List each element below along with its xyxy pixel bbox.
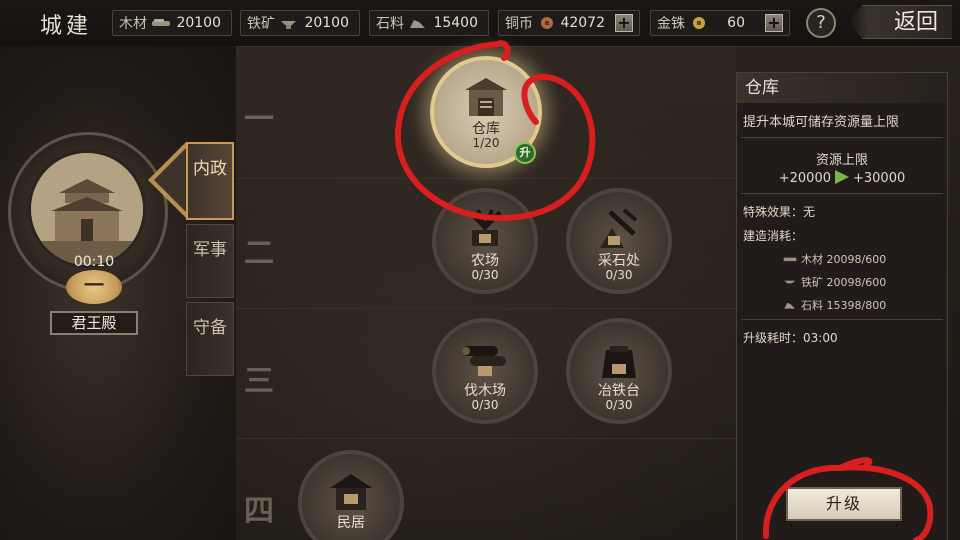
quarry-icon [600, 208, 638, 248]
building-name: 民居 [337, 515, 365, 531]
building-name: 冶铁台 [598, 383, 640, 399]
cost-stone: 石料 15398/800 [781, 297, 886, 313]
tab-defense[interactable]: 守备 [186, 302, 234, 376]
cost-stone-text: 石料 15398/800 [801, 299, 887, 312]
building-name: 伐木场 [464, 383, 506, 399]
resource-copper: 铜币 42072 + [498, 10, 640, 36]
divider [741, 319, 943, 320]
build-cost-label: 建造消耗： [743, 229, 804, 243]
building-name: 仓库 [472, 121, 500, 137]
tab-domestic[interactable]: 内政 [186, 142, 234, 220]
wood-icon [152, 19, 170, 26]
building-count: 0/30 [471, 398, 499, 412]
resource-label: 铜币 [505, 16, 533, 32]
iron-icon [784, 280, 795, 284]
resource-value: 42072 [560, 15, 605, 31]
iron-icon [281, 21, 296, 29]
resource-label: 石料 [376, 16, 404, 32]
city-build-screen: 城建 木材 20100 铁矿 20100 石料 15400 铜币 42072 +… [0, 0, 960, 540]
smelter-icon [602, 346, 636, 378]
tier-label: 三 [244, 364, 274, 399]
building-smelter[interactable]: 冶铁台 0/30 [566, 318, 672, 424]
building-count: 0/30 [605, 398, 633, 412]
building-detail-panel: 仓库 提升本城可储存资源量上限 资源上限 +20000 +30000 特殊效果：无… [736, 72, 948, 540]
tab-pointer-inner [154, 146, 188, 214]
cost-wood: 木材 20098/600 [781, 251, 886, 267]
divider [741, 137, 943, 138]
resource-value: 20100 [304, 15, 349, 31]
capacity-from: +20000 [778, 171, 831, 186]
special-effect: 特殊效果：无 [743, 205, 816, 219]
help-button[interactable]: ? [806, 8, 836, 38]
cost-wood-text: 木材 20098/600 [801, 253, 887, 266]
palace-icon [31, 153, 143, 265]
add-copper-button[interactable]: + [615, 14, 633, 32]
page-title: 城建 [40, 14, 93, 39]
tier-label: 一 [244, 102, 274, 137]
building-farm[interactable]: 农场 0/30 [432, 188, 538, 294]
capacity-change: +20000 +30000 [737, 170, 947, 186]
detail-description: 提升本城可储存资源量上限 [743, 115, 900, 130]
top-bar: 城建 木材 20100 铁矿 20100 石料 15400 铜币 42072 +… [0, 0, 960, 47]
resource-label: 金铢 [657, 16, 685, 32]
building-name: 农场 [471, 253, 499, 269]
tier-divider [236, 438, 736, 439]
resource-value: 60 [727, 15, 745, 31]
add-gold-button[interactable]: + [765, 14, 783, 32]
palace-portrait[interactable] [28, 150, 146, 268]
resource-gold: 金铢 60 + [650, 10, 790, 36]
building-count: 0/30 [605, 268, 633, 282]
upgrade-available-badge: 升 [514, 142, 536, 164]
resource-label: 木材 [119, 16, 147, 32]
stone-icon [784, 302, 795, 309]
resource-value: 20100 [176, 15, 221, 31]
warehouse-icon [465, 78, 507, 116]
divider [741, 193, 943, 194]
upgrade-button[interactable]: 升级 [786, 487, 902, 521]
lumber-icon [462, 346, 506, 376]
building-lumber-mill[interactable]: 伐木场 0/30 [432, 318, 538, 424]
cost-iron-text: 铁矿 20098/600 [801, 276, 887, 289]
detail-title: 仓库 [737, 73, 947, 103]
building-quarry[interactable]: 采石处 0/30 [566, 188, 672, 294]
farm-icon [468, 209, 502, 246]
building-name: 采石处 [598, 253, 640, 269]
resource-stone: 石料 15400 [369, 10, 489, 36]
stone-icon [410, 20, 425, 28]
house-icon [330, 474, 372, 510]
tier-label: 二 [244, 236, 274, 271]
tier-divider [236, 308, 736, 309]
palace-level-badge: 一 [66, 270, 122, 304]
copper-coin-icon [541, 17, 553, 29]
wood-icon [783, 257, 797, 262]
tier-divider [236, 178, 736, 179]
cost-iron: 铁矿 20098/600 [781, 274, 886, 290]
palace-timer: 00:10 [73, 254, 115, 270]
resource-iron: 铁矿 20100 [240, 10, 360, 36]
resource-wood: 木材 20100 [112, 10, 232, 36]
back-button[interactable]: 返回 [848, 5, 952, 39]
capacity-label: 资源上限 [815, 153, 868, 168]
gold-coin-icon [693, 17, 705, 29]
resource-value: 15400 [433, 15, 478, 31]
building-count: 0/30 [471, 268, 499, 282]
tier-label: 四 [244, 494, 274, 529]
resource-label: 铁矿 [247, 16, 275, 32]
tab-military[interactable]: 军事 [186, 224, 234, 298]
upgrade-time: 升级耗时：03:00 [743, 331, 838, 345]
capacity-to: +30000 [853, 171, 906, 186]
palace-name: 君王殿 [50, 311, 138, 335]
arrow-right-icon [835, 170, 849, 184]
